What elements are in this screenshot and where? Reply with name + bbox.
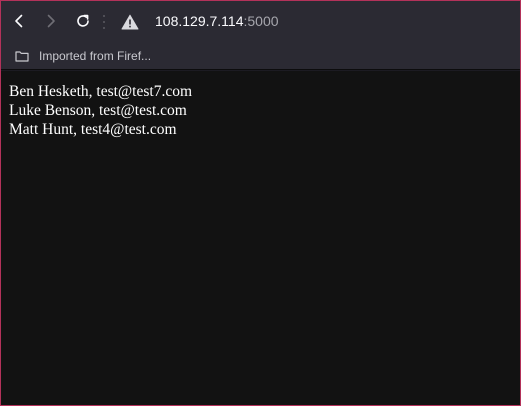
reload-button[interactable] xyxy=(71,9,95,33)
toolbar-separator xyxy=(102,15,105,29)
url-port: :5000 xyxy=(243,13,279,29)
contact-line: Luke Benson, test@test.com xyxy=(9,102,187,119)
reload-icon xyxy=(77,14,89,27)
bookmark-label: Imported from Firef... xyxy=(39,49,152,63)
browser-window: 108.129.7.114:5000 Imported from Firef..… xyxy=(0,0,521,406)
back-button[interactable] xyxy=(7,9,31,33)
bookmark-folder-imported[interactable]: Imported from Firef... xyxy=(15,48,151,64)
insecure-warning-icon[interactable] xyxy=(121,14,139,30)
browser-toolbar: 108.129.7.114:5000 xyxy=(1,1,520,42)
bookmarks-toolbar: Imported from Firef... xyxy=(1,42,520,70)
page-content: Ben Hesketh, test@test7.com Luke Benson,… xyxy=(1,71,520,405)
url-host: 108.129.7.114 xyxy=(155,13,244,29)
chevron-left-icon xyxy=(15,14,23,28)
contact-line: Matt Hunt, test4@test.com xyxy=(9,121,177,138)
forward-button[interactable] xyxy=(39,9,63,33)
contact-line: Ben Hesketh, test@test7.com xyxy=(9,83,193,100)
address-bar[interactable]: 108.129.7.114:5000 xyxy=(155,13,279,29)
chevron-right-icon xyxy=(47,14,55,28)
folder-icon xyxy=(15,51,29,62)
